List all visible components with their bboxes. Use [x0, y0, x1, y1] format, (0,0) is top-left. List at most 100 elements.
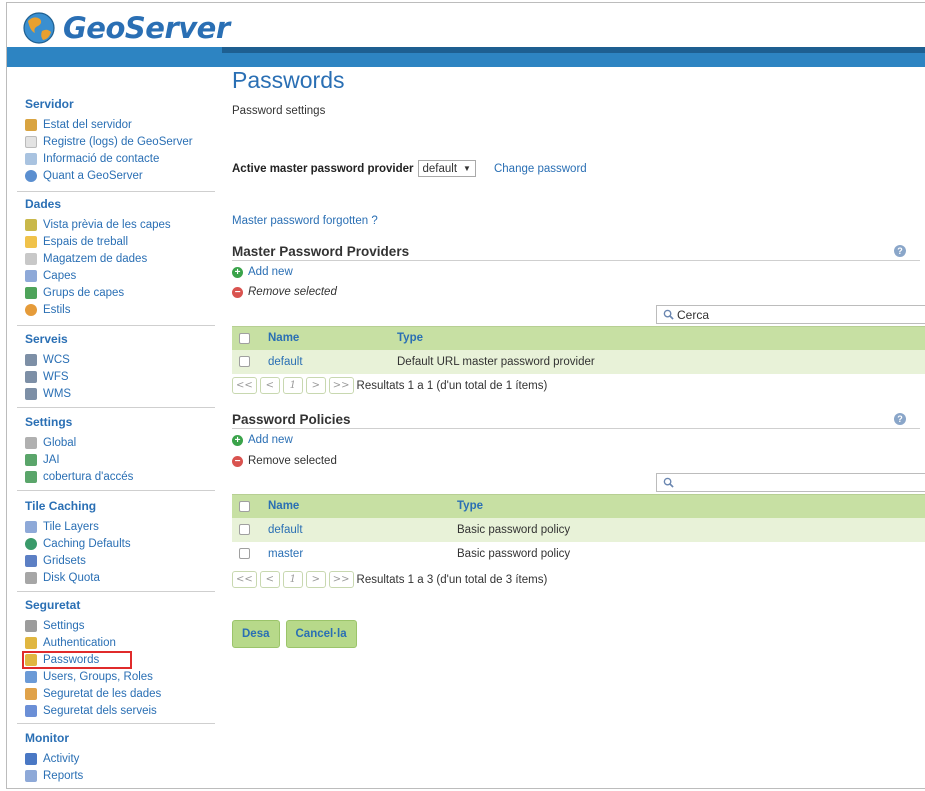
contact-card-icon [25, 152, 37, 165]
sidebar-item-label: cobertura d'accés [43, 470, 134, 483]
sidebar-item-label: Tile Layers [43, 520, 99, 533]
sidebar-item-label: Estat del servidor [43, 118, 132, 131]
remove-selected-label: Remove selected [248, 455, 337, 467]
sidebar-item-label: Registre (logs) de GeoServer [43, 135, 193, 148]
sidebar-item-label: Authentication [43, 636, 116, 649]
policies-search-input[interactable] [656, 473, 925, 492]
header: GeoServer [7, 3, 925, 50]
change-password-link[interactable]: Change password [494, 163, 587, 175]
select-all-checkbox[interactable] [239, 332, 250, 344]
column-header-name[interactable]: Name [268, 326, 397, 350]
prev-page-button[interactable]: < [259, 377, 280, 394]
help-icon[interactable]: ? [894, 245, 906, 257]
first-page-button[interactable]: << [232, 571, 257, 588]
divider [17, 325, 215, 326]
sidebar-item-tile-layers[interactable]: Tile Layers [25, 518, 215, 535]
sidebar-item-wcs[interactable]: WCS [25, 351, 215, 368]
sidebar-item-jai[interactable]: JAI [25, 451, 215, 468]
map-preview-icon [25, 218, 37, 231]
next-page-button[interactable]: > [305, 377, 326, 394]
provider-select[interactable]: default ▼ [417, 160, 476, 177]
sidebar-item-server-status[interactable]: Estat del servidor [25, 116, 215, 133]
providers-table: Name Type default Default URL master pas… [232, 326, 925, 374]
sidebar-item-label: Magatzem de dades [43, 252, 148, 265]
section-heading-text: Password Policies [232, 412, 351, 427]
sidebar-item-reports[interactable]: Reports [25, 767, 215, 784]
prev-page-button[interactable]: < [259, 571, 280, 588]
remove-provider-button[interactable]: − Remove selected [232, 286, 337, 298]
column-header-type[interactable]: Type [397, 326, 925, 350]
row-checkbox[interactable] [239, 547, 250, 559]
sidebar-item-security-settings[interactable]: Settings [25, 617, 215, 634]
database-icon [25, 252, 37, 265]
sidebar-section-servidor: Servidor Estat del servidor Registre (lo… [25, 97, 215, 184]
sidebar-item-passwords[interactable]: Passwords [21, 650, 215, 669]
sidebar-item-data-security[interactable]: Seguretat de les dades [25, 685, 215, 702]
sidebar-item-authentication[interactable]: Authentication [25, 634, 215, 651]
add-policy-button[interactable]: + Add new [232, 434, 293, 446]
divider [17, 490, 215, 491]
save-button[interactable]: Desa [232, 620, 280, 648]
table-row: default Default URL master password prov… [232, 349, 925, 374]
geoserver-logo[interactable]: GeoServer [19, 11, 230, 45]
coverage-icon [25, 470, 37, 483]
sidebar-item-workspaces[interactable]: Espais de treball [25, 233, 215, 250]
sidebar-item-layer-groups[interactable]: Grups de capes [25, 284, 215, 301]
sidebar-item-layer-preview[interactable]: Vista prèvia de les capes [25, 216, 215, 233]
top-bar-accent [222, 47, 925, 53]
help-icon[interactable]: ? [894, 413, 906, 425]
sidebar-item-label: Grups de capes [43, 286, 125, 299]
image-icon [25, 453, 37, 466]
sidebar-item-caching-defaults[interactable]: Caching Defaults [25, 535, 215, 552]
add-provider-button[interactable]: + Add new [232, 266, 293, 278]
last-page-button[interactable]: >> [328, 377, 354, 394]
service-security-icon [25, 704, 37, 717]
cancel-button[interactable]: Cancel·la [285, 620, 357, 648]
divider [17, 407, 215, 408]
providers-search-input[interactable]: Cerca [656, 305, 925, 324]
last-page-button[interactable]: >> [328, 571, 354, 588]
plus-icon: + [232, 266, 243, 278]
sidebar-item-contact[interactable]: Informació de contacte [25, 150, 215, 167]
page-number-button[interactable]: 1 [282, 571, 303, 588]
first-page-button[interactable]: << [232, 377, 257, 394]
sidebar-section-tile-caching: Tile Caching Tile Layers Caching Default… [25, 499, 215, 586]
column-header-name[interactable]: Name [268, 494, 457, 518]
sidebar-item-logs[interactable]: Registre (logs) de GeoServer [25, 133, 215, 150]
policy-name-link[interactable]: master [268, 542, 457, 566]
sidebar-item-styles[interactable]: Estils [25, 301, 215, 318]
sidebar-section-seguretat: Seguretat Settings Authentication Passwo… [21, 598, 215, 719]
divider [17, 591, 215, 592]
sidebar-item-gridsets[interactable]: Gridsets [25, 552, 215, 569]
page-number-button[interactable]: 1 [282, 377, 303, 394]
sidebar-item-disk-quota[interactable]: Disk Quota [25, 569, 215, 586]
sidebar-item-label: Informació de contacte [43, 152, 160, 165]
sidebar-item-wms[interactable]: WMS [25, 385, 215, 402]
sidebar-item-label: Activity [43, 752, 80, 765]
sidebar-item-about[interactable]: Quant a GeoServer [25, 167, 215, 184]
sidebar-item-layers[interactable]: Capes [25, 267, 215, 284]
sidebar-item-service-security[interactable]: Seguretat dels serveis [25, 702, 215, 719]
sidebar-item-users-groups-roles[interactable]: Users, Groups, Roles [25, 668, 215, 685]
column-header-type[interactable]: Type [457, 494, 925, 518]
remove-policy-button[interactable]: − Remove selected [232, 455, 337, 467]
master-providers-heading: Master Password Providers ? [232, 244, 920, 261]
sidebar-item-activity[interactable]: Activity [25, 750, 215, 767]
layers-icon [25, 269, 37, 282]
sidebar-item-stores[interactable]: Magatzem de dades [25, 250, 215, 267]
sidebar-item-wfs[interactable]: WFS [25, 368, 215, 385]
row-checkbox[interactable] [239, 355, 250, 367]
forgot-password-link[interactable]: Master password forgotten ? [232, 215, 378, 227]
provider-name-link[interactable]: default [268, 349, 397, 374]
info-icon [25, 169, 37, 182]
policy-name-link[interactable]: default [268, 517, 457, 542]
pager-text: Resultats 1 a 3 (d'un total de 3 ítems) [356, 573, 548, 586]
sidebar-item-global[interactable]: Global [25, 434, 215, 451]
row-checkbox[interactable] [239, 523, 250, 535]
sidebar-item-label: Reports [43, 769, 84, 782]
sidebar-item-coverage-access[interactable]: cobertura d'accés [25, 468, 215, 485]
provider-select-value: default [422, 162, 458, 175]
highlight-box: Passwords [21, 650, 133, 669]
next-page-button[interactable]: > [305, 571, 326, 588]
select-all-checkbox[interactable] [239, 500, 250, 512]
